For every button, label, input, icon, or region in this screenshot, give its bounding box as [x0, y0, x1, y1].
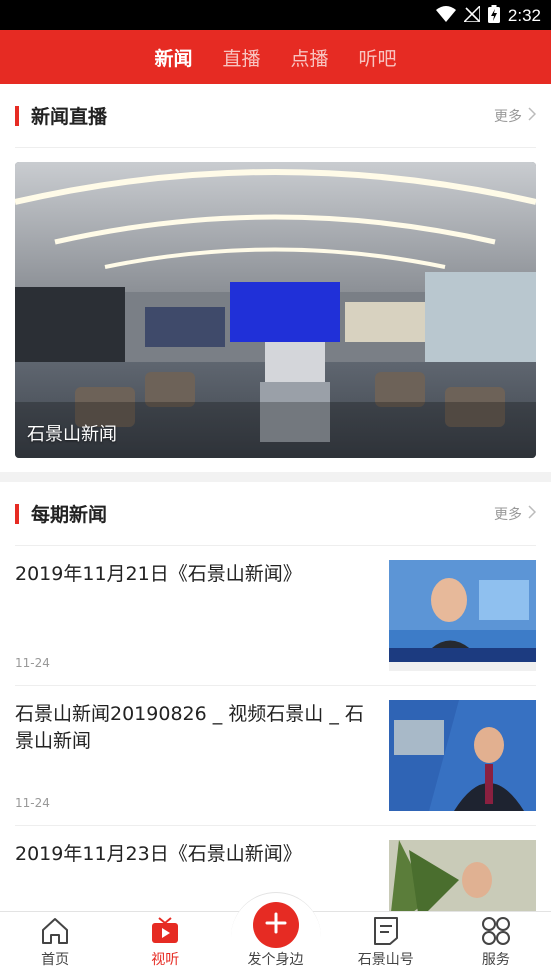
- nav-services[interactable]: 服务: [441, 912, 551, 979]
- period-more-button[interactable]: 更多: [494, 482, 537, 546]
- news-thumbnail: [389, 700, 536, 811]
- nav-shijingshan-account[interactable]: 石景山号: [331, 912, 441, 979]
- status-bar: 2:32: [0, 0, 551, 30]
- main-content: 新闻直播 更多 石景山新闻 每期新闻 更多 2019年11月21日《石景山新闻》…: [0, 84, 551, 911]
- wifi-icon: [435, 6, 456, 26]
- live-more-button[interactable]: 更多: [494, 84, 537, 148]
- status-time: 2:32: [507, 6, 541, 25]
- nav-home[interactable]: 首页: [0, 912, 110, 979]
- more-label: 更多: [494, 109, 522, 125]
- news-thumbnail: [389, 840, 536, 911]
- no-signal-icon: [462, 4, 481, 26]
- app-screen: 2:32 新闻 直播 点播 听吧 新闻直播 更多 石景山新闻 每期新闻 更多 2…: [0, 0, 551, 979]
- news-date: 11-24: [15, 656, 50, 670]
- battery-charging-icon: [487, 5, 500, 27]
- live-section-title: 新闻直播: [31, 106, 108, 128]
- document-icon: [372, 915, 400, 947]
- tab-on-demand[interactable]: 点播: [291, 44, 329, 71]
- news-title: 2019年11月23日《石景山新闻》: [15, 843, 302, 865]
- top-tab-bar: 新闻 直播 点播 听吧: [0, 30, 551, 84]
- nav-label: 发个身边: [247, 952, 304, 968]
- section-divider: [0, 472, 551, 482]
- news-thumbnail: [389, 560, 536, 671]
- newsroom-image: [15, 162, 536, 458]
- period-section-header: 每期新闻 更多: [15, 482, 537, 546]
- news-date: 11-24: [15, 796, 50, 810]
- nav-audiovisual[interactable]: 视听: [110, 912, 220, 979]
- section-accent-bar: [15, 105, 19, 126]
- period-section-title: 每期新闻: [31, 504, 108, 526]
- live-stream-card[interactable]: 石景山新闻: [15, 162, 536, 458]
- news-list-item[interactable]: 石景山新闻20190826 _ 视频石景山 _ 石景山新闻 11-24: [15, 686, 536, 826]
- more-label: 更多: [494, 507, 522, 523]
- nav-label: 服务: [481, 952, 510, 968]
- nav-label: 视听: [151, 952, 180, 968]
- post-button[interactable]: [253, 902, 299, 948]
- section-accent-bar: [15, 503, 19, 524]
- chevron-right-icon: [528, 505, 537, 523]
- tab-listen[interactable]: 听吧: [359, 44, 397, 71]
- tab-news[interactable]: 新闻: [154, 44, 192, 71]
- news-list-item[interactable]: 2019年11月21日《石景山新闻》 11-24: [15, 546, 536, 686]
- live-section-header: 新闻直播 更多: [15, 84, 537, 148]
- chevron-right-icon: [528, 107, 537, 125]
- nav-label: 石景山号: [357, 952, 414, 968]
- live-card-caption: 石景山新闻: [27, 424, 117, 445]
- tv-icon: [150, 915, 180, 947]
- nav-label: 首页: [41, 952, 70, 968]
- news-title: 2019年11月21日《石景山新闻》: [15, 563, 302, 585]
- news-title: 石景山新闻20190826 _ 视频石景山 _ 石景山新闻: [15, 703, 364, 752]
- plus-icon: [264, 911, 288, 939]
- home-icon: [40, 915, 70, 947]
- bottom-navigation: 首页 视听 发个身边 石景山号 服务: [0, 892, 551, 979]
- grid-icon: [481, 915, 511, 947]
- tab-live[interactable]: 直播: [222, 44, 260, 71]
